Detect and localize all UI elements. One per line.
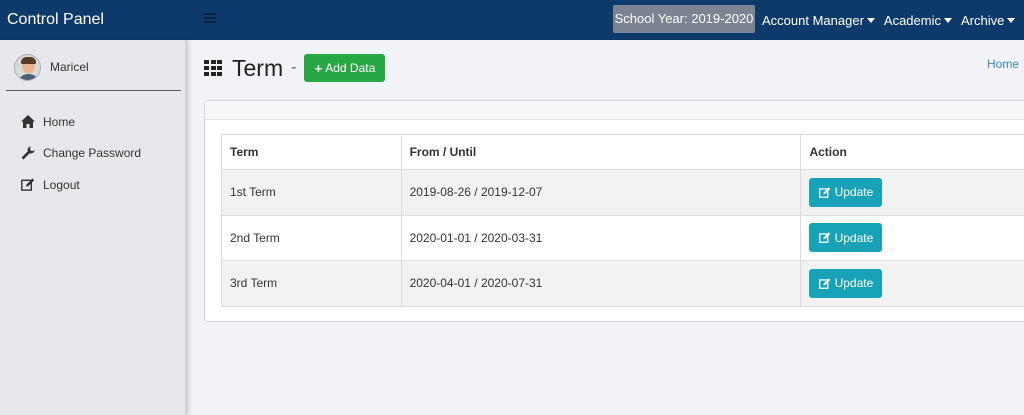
sidebar-item-label: Change Password	[43, 146, 142, 161]
term-cell: 1st Term	[221, 169, 402, 216]
range-cell: 2020-04-01 / 2020-07-31	[400, 260, 802, 307]
term-cell: 3rd Term	[221, 260, 402, 307]
nav-academic-label: Academic	[883, 12, 941, 28]
nav-archive-label: Archive	[960, 12, 1005, 28]
update-button[interactable]: Update	[809, 177, 883, 207]
sidebar-item-label: Home	[43, 114, 76, 129]
sidebar-item-home[interactable]: Home	[20, 106, 141, 138]
edit-icon	[818, 187, 831, 198]
panel-header	[205, 101, 1024, 120]
update-label: Update	[834, 230, 874, 245]
title-separator: -	[291, 59, 297, 76]
caret-down-icon	[1007, 17, 1016, 23]
top-navbar: Control Panel School Year: 2019-2020 Acc…	[0, 0, 1024, 40]
caret-down-icon	[943, 17, 952, 23]
column-header-range: From / Until	[400, 134, 802, 170]
nav-archive[interactable]: Archive	[960, 12, 1016, 28]
top-nav-menu: Account Manager Academic Archive Re	[762, 0, 1024, 40]
action-cell: Update	[800, 169, 1024, 216]
nav-account-manager[interactable]: Account Manager	[762, 13, 875, 28]
home-icon	[20, 115, 35, 129]
action-cell: Update	[800, 214, 1024, 261]
range-cell: 2020-01-01 / 2020-03-31	[400, 214, 802, 261]
wrench-icon	[20, 146, 35, 160]
edit-icon	[818, 232, 831, 244]
table-row: 2nd Term 2020-01-01 / 2020-03-31 Update	[221, 214, 1024, 261]
grid-icon	[204, 59, 224, 77]
update-label: Update	[834, 185, 874, 200]
update-button[interactable]: Update	[809, 268, 883, 298]
sidebar-divider	[6, 90, 181, 91]
sidebar-menu: Home Change Password Logout	[20, 106, 141, 201]
school-year-badge[interactable]: School Year: 2019-2020	[613, 5, 755, 33]
table-header-row: Term From / Until Action	[221, 134, 1024, 170]
username: Maricel	[50, 60, 89, 74]
page-title: Term	[232, 54, 284, 81]
term-cell: 2nd Term	[221, 214, 402, 261]
action-cell: Update	[800, 260, 1024, 307]
sidebar-item-logout[interactable]: Logout	[20, 169, 141, 201]
column-header-action: Action	[800, 134, 1024, 170]
edit-icon	[818, 278, 831, 289]
terms-panel: Term From / Until Action 1st Term 2019-0…	[204, 100, 1024, 322]
table-row: 1st Term 2019-08-26 / 2019-12-07 Update	[221, 169, 1024, 216]
update-label: Update	[834, 276, 874, 291]
update-button[interactable]: Update	[809, 223, 883, 253]
add-data-button[interactable]: + Add Data	[304, 54, 386, 82]
nav-academic[interactable]: Academic	[884, 13, 952, 28]
sidebar-item-change-password[interactable]: Change Password	[20, 138, 141, 170]
edit-icon	[20, 178, 35, 192]
page-header: Term - + Add Data	[204, 54, 386, 82]
caret-down-icon	[866, 17, 875, 23]
sidebar: Maricel Home Change Password Logout	[0, 40, 187, 415]
range-cell: 2019-08-26 / 2019-12-07	[400, 169, 802, 216]
column-header-term: Term	[221, 134, 402, 170]
hamburger-menu-icon[interactable]	[204, 13, 216, 23]
brand-title[interactable]: Control Panel	[0, 0, 187, 40]
user-profile: Maricel	[14, 52, 89, 82]
plus-icon: +	[314, 60, 323, 76]
breadcrumb-home[interactable]: Home	[987, 57, 1019, 71]
avatar	[14, 53, 41, 81]
nav-account-manager-label: Account Manager	[762, 12, 864, 28]
add-data-label: Add Data	[325, 61, 376, 75]
table-row: 3rd Term 2020-04-01 / 2020-07-31 Update	[221, 260, 1024, 307]
sidebar-item-label: Logout	[43, 177, 80, 192]
terms-table: Term From / Until Action 1st Term 2019-0…	[221, 134, 1024, 307]
